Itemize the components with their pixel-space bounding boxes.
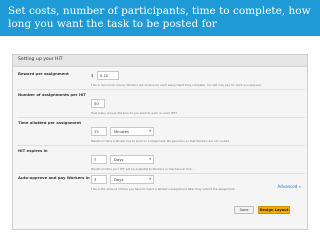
auto-approve-unit-value: Days (114, 177, 124, 182)
assignments-input[interactable]: 50 (91, 99, 105, 108)
chevron-down-icon: ▾ (149, 177, 151, 181)
assignments-label: Number of assignments per HIT (18, 92, 87, 97)
expires-unit-select[interactable]: Days ▾ (110, 155, 154, 164)
hit-settings-panel: Setting up your HIT Reward per assignmen… (12, 54, 308, 230)
time-allotted-input[interactable]: 15 (91, 127, 107, 136)
assignments-help: How many unique Workers do you want to w… (91, 111, 178, 115)
time-allotted-label: Time allotted per assignment (18, 120, 82, 125)
time-unit-select[interactable]: Minutes ▾ (110, 127, 154, 136)
expires-input[interactable]: 7 (91, 155, 107, 164)
expires-unit-value: Days (114, 157, 124, 162)
auto-approve-label: Auto-approve and pay Workers in (18, 175, 90, 180)
design-layout-button[interactable]: Design Layout (258, 206, 290, 214)
panel-header: Setting up your HIT (13, 55, 307, 67)
time-allotted-help: Maximum time a Worker has to work on a s… (91, 139, 230, 143)
auto-approve-unit-select[interactable]: Days ▾ (110, 175, 154, 184)
reward-help: This is how much money Workers will rece… (91, 83, 262, 87)
auto-approve-input[interactable]: 3 (91, 175, 107, 184)
expires-help: Maximum time your HIT will be available … (91, 167, 193, 171)
chevron-down-icon: ▾ (149, 157, 151, 161)
instruction-banner: Set costs, number of participants, time … (0, 0, 320, 36)
time-unit-value: Minutes (114, 129, 129, 134)
divider (17, 117, 305, 118)
panel-title: Setting up your HIT (18, 57, 63, 62)
divider (17, 89, 305, 90)
banner-title: Set costs, number of participants, time … (8, 5, 311, 30)
reward-input[interactable]: 0.10 (97, 71, 119, 80)
save-button[interactable]: Save (234, 206, 254, 214)
chevron-down-icon: ▾ (149, 129, 151, 133)
divider (17, 145, 305, 146)
advanced-link[interactable]: Advanced » (278, 184, 301, 189)
currency-symbol: $ (91, 73, 94, 78)
expires-label: HIT expires in (18, 148, 48, 153)
reward-label: Reward per assignment (18, 71, 69, 76)
divider (17, 173, 305, 174)
auto-approve-help: This is the amount of time you have to r… (91, 187, 236, 191)
